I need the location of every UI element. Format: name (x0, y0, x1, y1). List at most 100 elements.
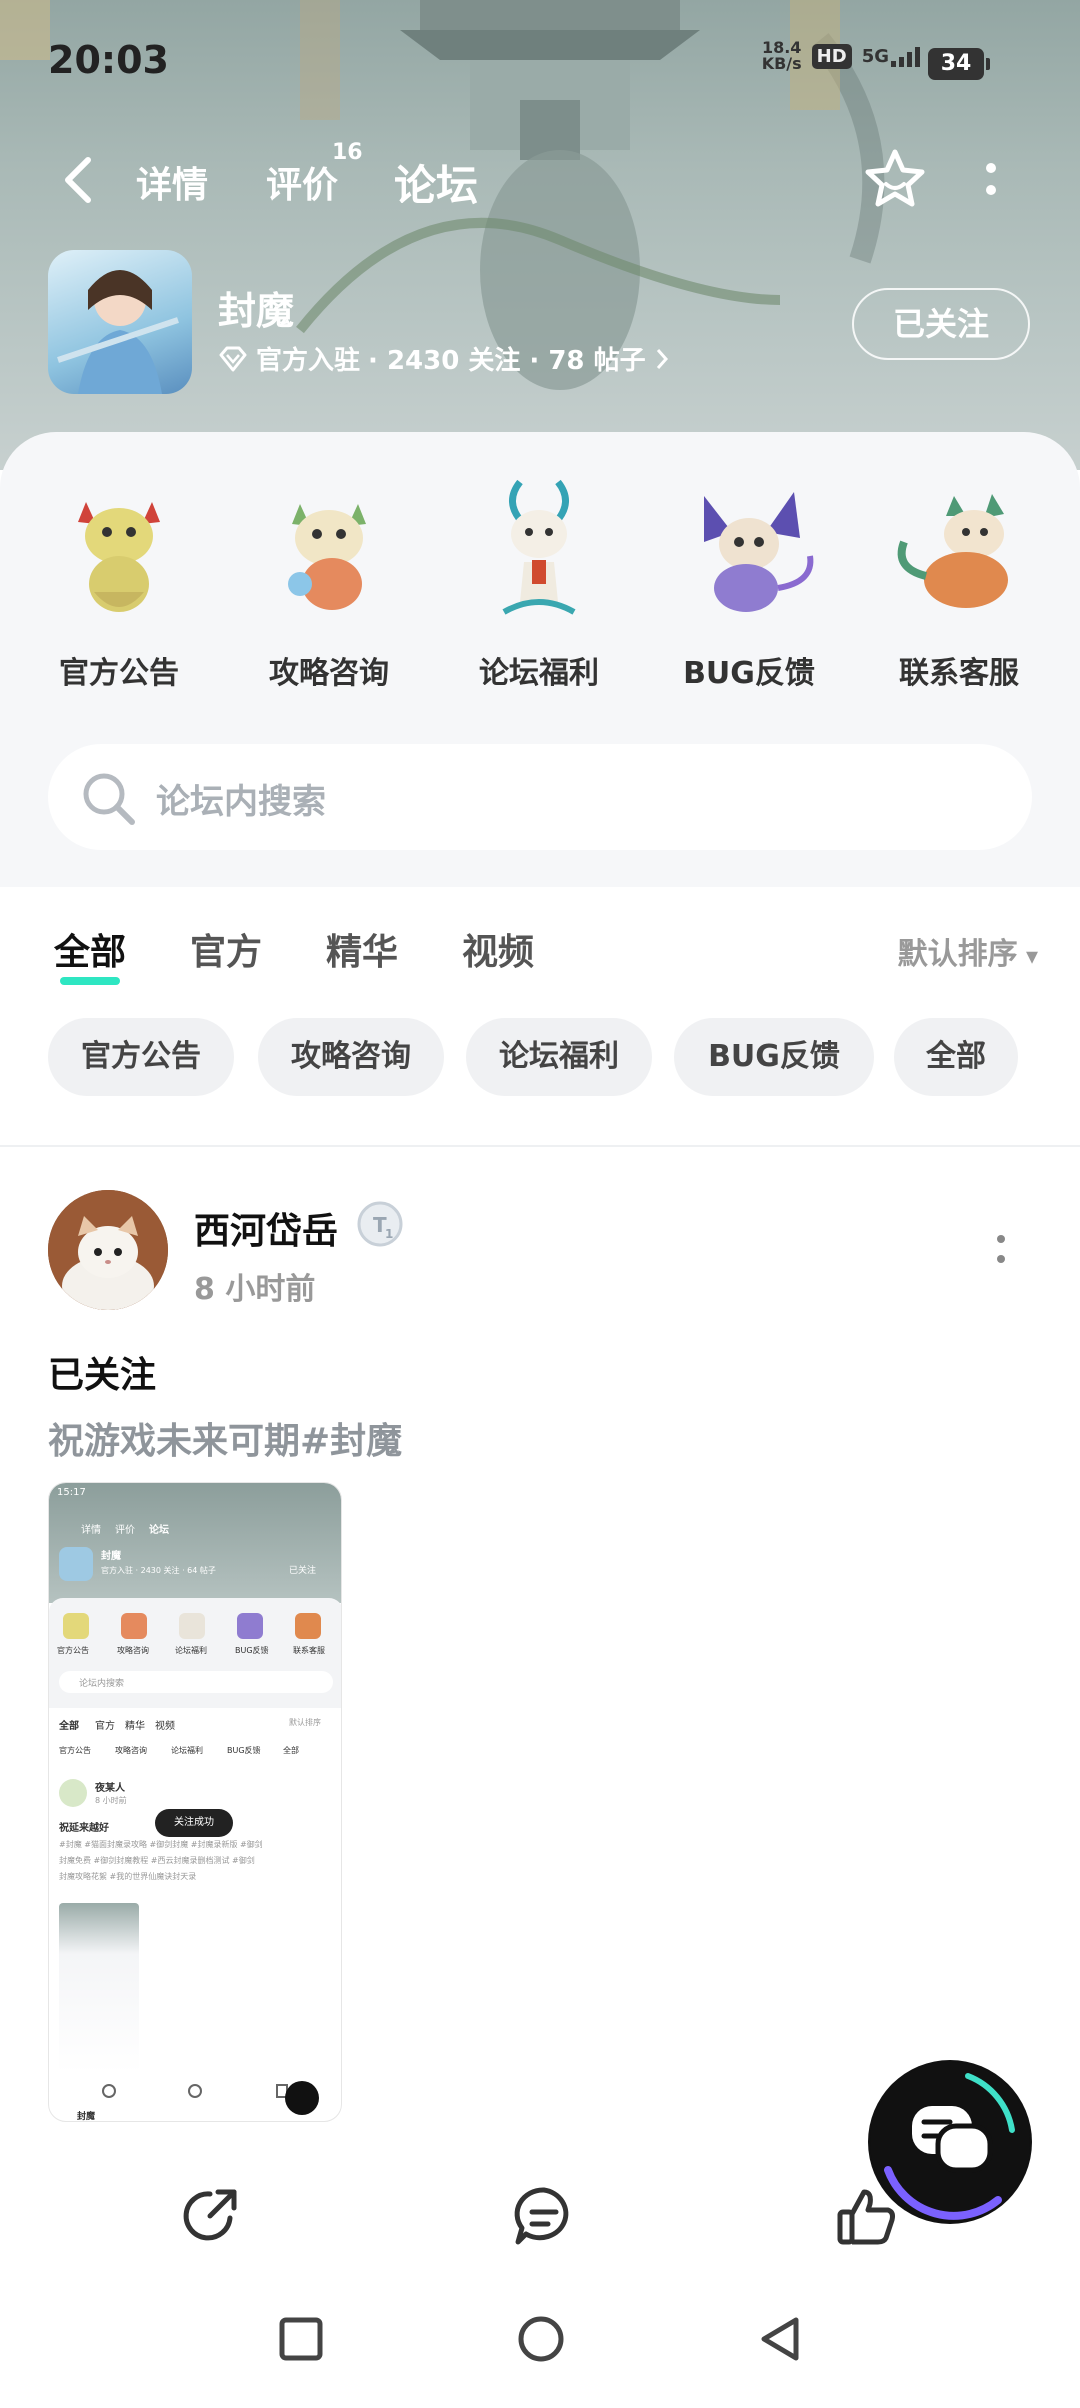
game-info: 封魔 官方入驻 · 2430 关注 · 78 帖子 已关注 (0, 250, 1080, 400)
dragon-mascot-white-icon (502, 479, 576, 615)
post-image-author: 夜某人 (95, 1783, 125, 1794)
game-name: 封魔 (218, 289, 295, 333)
favorite-star-icon[interactable] (862, 146, 928, 212)
post-image-cat-icon (179, 1613, 205, 1639)
feed-tab-featured[interactable]: 精华 (326, 923, 398, 975)
post-image[interactable]: 15:17 详情 评价 论坛 封魔 官方入驻 · 2430 关注 · 64 帖子… (48, 1482, 342, 2122)
post-time: 8 小时前 (194, 1272, 316, 1307)
official-badge: 官方入驻 (256, 346, 361, 376)
post-image-game: 封魔 (101, 1551, 121, 1562)
forum-sections-panel: 官方公告 攻略咨询 论坛福利 BUG反馈 联系客服 论坛内搜索 (0, 432, 1080, 887)
tab-forum-label: 论坛 (394, 161, 479, 210)
author-avatar[interactable] (48, 1190, 168, 1310)
back-arrow-icon[interactable] (58, 152, 98, 208)
chip-strategy-consult[interactable]: 攻略咨询 (258, 1018, 444, 1096)
post-image-chip: 全部 (283, 1746, 299, 1755)
battery-icon: 34 (928, 48, 990, 80)
post-image-chat-icon (285, 2081, 319, 2115)
post-image-tab: 评价 (115, 1525, 135, 1536)
post-image-cat: 攻略咨询 (117, 1646, 149, 1655)
post-image-nested-image (59, 1903, 139, 2073)
post-card[interactable]: 西河岱岳 T 1 8 小时前 已关注 祝游戏未来可期#封魔 15:17 详情 评… (0, 1148, 1080, 2148)
post-image-cat-icon (121, 1613, 147, 1639)
category-list: 官方公告 攻略咨询 论坛福利 BUG反馈 联系客服 (0, 472, 1080, 692)
net-speed: 18.4 KB/s (762, 40, 802, 72)
feed-tab-label: 全部 (54, 932, 127, 973)
post-image-time: 15:17 (57, 1487, 86, 1498)
chip-forum-welfare[interactable]: 论坛福利 (466, 1018, 652, 1096)
feed-tab-underline (60, 977, 121, 985)
post-image-cat: 官方公告 (57, 1646, 89, 1655)
post-image-cat: 论坛福利 (175, 1646, 207, 1655)
game-header-banner: 20:03 18.4 KB/s HD 5G 34 详情 评价 16 论坛 封魔 … (0, 0, 1080, 470)
level-badge-icon: T 1 (357, 1201, 403, 1247)
post-image-tags: 封魔免费 #御剑封魔教程 #西云封魔录删档测试 #御剑 (59, 1856, 255, 1865)
post-image-actions (102, 2084, 288, 2098)
dragon-mascot-green-icon (288, 504, 366, 610)
post-image-meta: 官方入驻 · 2430 关注 · 64 帖子 (101, 1566, 216, 1575)
post-image-follow: 已关注 (289, 1566, 317, 1576)
feed-tabs: 全部 官方 精华 视频 默认排序 (0, 887, 1080, 997)
post-image-tab2: 全部 (59, 1721, 79, 1732)
chip-official-announcement[interactable]: 官方公告 (48, 1018, 234, 1096)
post-image-tags: #封魔 #猫面封魔录攻略 #御剑封魔 #封魔录新版 #御剑 (59, 1840, 263, 1849)
post-action-bar (0, 2160, 1080, 2270)
post-image-tab2: 官方 (95, 1721, 115, 1732)
game-icon[interactable] (48, 250, 192, 394)
diamond-icon (219, 346, 247, 371)
dragon-mascot-purple-icon (704, 492, 814, 612)
dragon-mascot-orange-icon (897, 494, 1008, 608)
post-image-cat: BUG反馈 (235, 1646, 269, 1655)
author-name[interactable]: 西河岱岳 (194, 1202, 338, 1254)
dragon-mascot-yellow-icon (78, 502, 160, 612)
post-image-tab: 详情 (81, 1525, 101, 1536)
back-triangle-icon[interactable] (756, 2314, 806, 2364)
category-contact-support[interactable]: 联系客服 (854, 472, 1064, 692)
post-title: 已关注 (48, 1355, 157, 1396)
post-image-ptitle: 祝延来越好 (59, 1823, 109, 1834)
post-image-toast: 关注成功 (155, 1809, 233, 1837)
post-image-ptime: 8 小时前 (95, 1796, 127, 1805)
sort-dropdown[interactable]: 默认排序 (898, 929, 1038, 973)
post-image-game-icon (59, 1547, 93, 1581)
chip-bug-report[interactable]: BUG反馈 (674, 1018, 874, 1096)
post-image-header (49, 1483, 341, 1603)
post-image-chip: 攻略咨询 (115, 1746, 147, 1755)
svg-text:1: 1 (385, 1227, 393, 1241)
forum-search-box[interactable]: 论坛内搜索 (48, 744, 1032, 850)
feed-tab-all[interactable]: 全部 (54, 923, 127, 985)
like-icon[interactable] (834, 2184, 898, 2248)
battery-level: 34 (928, 48, 990, 80)
home-circle-icon[interactable] (516, 2314, 566, 2364)
post-image-search-text: 论坛内搜索 (79, 1679, 125, 1689)
status-time: 20:03 (48, 38, 169, 82)
post-image-tab: 论坛 (149, 1525, 169, 1536)
system-nav-bar (0, 2290, 1080, 2408)
category-label: BUG反馈 (683, 656, 815, 691)
category-strategy-consult[interactable]: 攻略咨询 (224, 472, 434, 692)
comment-icon[interactable] (512, 2184, 576, 2248)
chip-all[interactable]: 全部 (894, 1018, 1018, 1096)
game-meta[interactable]: 官方入驻 · 2430 关注 · 78 帖子 (218, 340, 670, 377)
post-image-tab2: 精华 (125, 1721, 145, 1732)
recents-square-icon[interactable] (276, 2314, 326, 2364)
feed-tab-video[interactable]: 视频 (462, 923, 534, 975)
feed-tab-official[interactable]: 官方 (190, 923, 262, 975)
post-image-cat-icon (295, 1613, 321, 1639)
post-image-sort: 默认排序 (289, 1718, 321, 1727)
tab-forum[interactable]: 论坛 (394, 152, 479, 213)
category-bug-report[interactable]: BUG反馈 (644, 472, 854, 692)
tab-review[interactable]: 评价 (266, 156, 338, 208)
share-icon[interactable] (178, 2184, 242, 2248)
tab-detail[interactable]: 详情 (136, 156, 208, 208)
follow-button[interactable]: 已关注 (852, 288, 1030, 360)
post-more-icon[interactable] (996, 1234, 1006, 1264)
category-official-announcement[interactable]: 官方公告 (14, 472, 224, 692)
search-placeholder: 论坛内搜索 (156, 782, 326, 822)
category-forum-welfare[interactable]: 论坛福利 (434, 472, 644, 692)
network-type: 5G (861, 46, 889, 67)
more-options-icon[interactable] (984, 160, 998, 200)
status-bar: 20:03 18.4 KB/s HD 5G 34 (0, 0, 1080, 120)
chevron-right-icon (656, 348, 668, 369)
post-image-tab2: 视频 (155, 1721, 175, 1732)
